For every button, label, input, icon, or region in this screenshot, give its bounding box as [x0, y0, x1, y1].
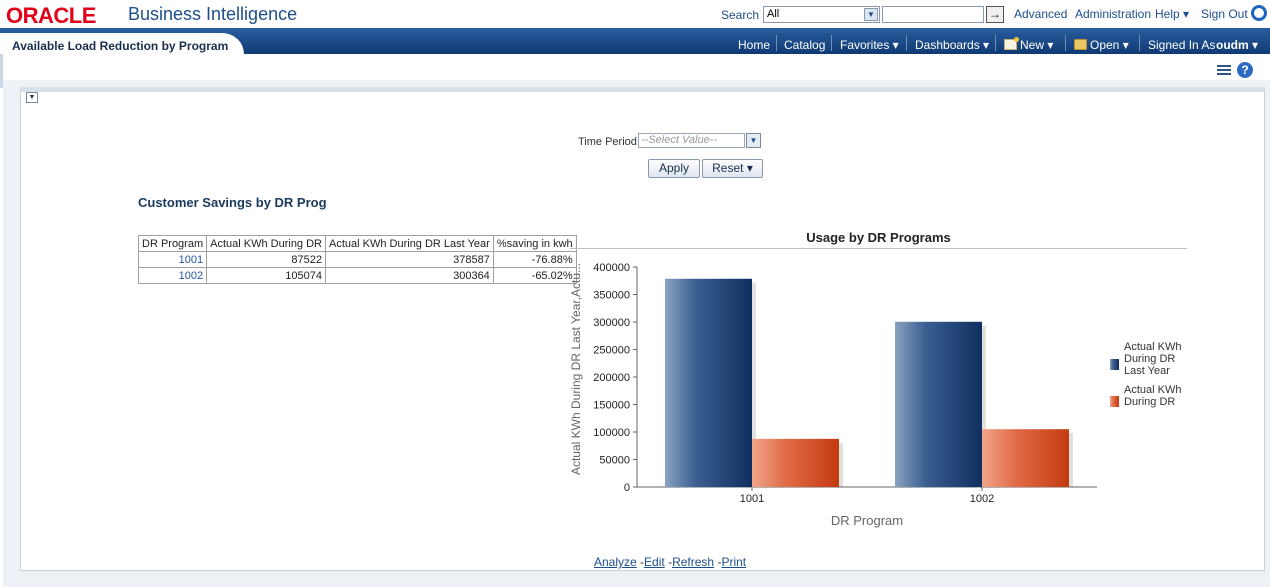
top-header: ORACLE Business Intelligence Search All …: [0, 0, 1270, 28]
x-tick-label: 1001: [740, 493, 764, 505]
product-name: Business Intelligence: [128, 4, 298, 24]
y-tick-label: 300000: [593, 317, 630, 329]
dr-program-link[interactable]: 1002: [137, 267, 208, 284]
y-tick-label: 350000: [593, 290, 630, 302]
dr-program-link[interactable]: 1001: [137, 251, 208, 268]
legend-label: Actual KWh During DR Last Year: [1124, 341, 1181, 377]
table-cell: 378587: [325, 251, 494, 268]
search-label: Search: [721, 8, 760, 22]
advanced-link[interactable]: Advanced: [1014, 7, 1067, 21]
search-scope-value: All: [767, 8, 780, 20]
sign-out-link[interactable]: Sign Out: [1201, 7, 1248, 21]
nav-home[interactable]: Home: [738, 38, 770, 52]
print-link[interactable]: Print: [721, 555, 746, 569]
x-tick-label: 1002: [970, 493, 994, 505]
y-tick-label: 150000: [593, 400, 630, 412]
y-tick-label: 50000: [599, 455, 630, 467]
legend-label: Actual KWh During DR: [1124, 384, 1181, 408]
edit-link[interactable]: Edit: [644, 555, 665, 569]
time-period-select[interactable]: --Select Value--: [638, 133, 745, 148]
bar-1002-last-year: [895, 321, 982, 487]
global-nav-bar: Available Load Reduction by Program Home…: [0, 28, 1270, 54]
table-cell: 87522: [206, 251, 326, 268]
column-header[interactable]: Actual KWh During DR Last Year: [325, 235, 494, 252]
table-header-row: DR Program Actual KWh During DR Actual K…: [137, 235, 577, 252]
nav-divider: [776, 35, 777, 51]
savings-table: DR Program Actual KWh During DR Actual K…: [137, 235, 577, 284]
nav-new[interactable]: New ▾: [1004, 37, 1054, 52]
bar-1002-during-dr: [982, 429, 1069, 487]
y-tick-label: 400000: [593, 262, 630, 274]
y-tick-label: 100000: [593, 427, 630, 439]
nav-divider: [1065, 35, 1066, 51]
nav-dashboards[interactable]: Dashboards ▾: [915, 38, 989, 52]
page-options-icon[interactable]: [1217, 65, 1231, 77]
page-title: Available Load Reduction by Program: [12, 39, 229, 53]
column-header[interactable]: DR Program: [137, 235, 208, 252]
chart-title-divider: [570, 248, 1187, 249]
help-icon[interactable]: ?: [1237, 62, 1253, 78]
analyze-link[interactable]: Analyze: [594, 555, 637, 569]
collapse-section-icon[interactable]: ▼: [26, 92, 38, 103]
usage-bar-chart: 0 50000 100000 150000 200000 250000 300000 3500…: [569, 262, 1181, 528]
search-go-button[interactable]: →: [986, 6, 1004, 23]
report-title: Customer Savings by DR Prog: [138, 195, 327, 210]
nav-favorites[interactable]: Favorites ▾: [840, 38, 899, 52]
folder-icon: [1074, 39, 1087, 50]
nav-new-label: New ▾: [1020, 38, 1054, 52]
time-period-label: Time Period: [578, 136, 637, 148]
search-input[interactable]: [882, 6, 984, 23]
table-row: 1002 105074 300364 -65.02%: [137, 267, 577, 284]
y-tick-label: 200000: [593, 372, 630, 384]
legend-swatch: [1110, 359, 1119, 370]
nav-divider: [995, 35, 996, 51]
signed-in-label: Signed In As: [1148, 38, 1216, 52]
nav-divider: [831, 35, 832, 51]
legend-swatch: [1110, 396, 1119, 407]
y-tick-label: 0: [624, 482, 630, 494]
chevron-down-icon[interactable]: ▼: [746, 133, 761, 148]
table-row: 1001 87522 378587 -76.88%: [137, 251, 577, 268]
y-tick-label: 250000: [593, 345, 630, 357]
nav-catalog[interactable]: Catalog: [784, 38, 825, 52]
bar-1001-during-dr: [752, 438, 839, 487]
reset-button[interactable]: Reset ▾: [702, 159, 763, 178]
nav-divider: [1139, 35, 1140, 51]
refresh-link[interactable]: Refresh: [672, 555, 714, 569]
search-scope-select[interactable]: All ▼: [763, 6, 880, 23]
oracle-ring-icon: [1251, 5, 1267, 21]
table-cell: 105074: [206, 267, 326, 284]
nav-open[interactable]: Open ▾: [1074, 38, 1129, 52]
table-cell: 300364: [325, 267, 494, 284]
nav-divider: [906, 35, 907, 51]
y-axis-title: Actual KWh During DR Last Year,Actu...: [569, 263, 583, 475]
column-header[interactable]: Actual KWh During DR: [206, 235, 326, 252]
help-menu[interactable]: Help ▾: [1155, 7, 1189, 21]
chart-title: Usage by DR Programs: [806, 230, 951, 245]
user-menu[interactable]: oudm ▾: [1216, 38, 1258, 52]
chevron-down-icon[interactable]: ▼: [864, 8, 878, 21]
bar-1001-last-year: [665, 278, 752, 487]
oracle-logo: ORACLE: [6, 3, 96, 28]
apply-button[interactable]: Apply: [648, 159, 700, 178]
nav-open-label: Open ▾: [1090, 38, 1129, 52]
x-axis-title: DR Program: [831, 513, 903, 528]
administration-link[interactable]: Administration: [1075, 7, 1151, 21]
report-links: Analyze -Edit -Refresh -Print: [594, 555, 746, 569]
new-document-icon: [1004, 37, 1019, 50]
